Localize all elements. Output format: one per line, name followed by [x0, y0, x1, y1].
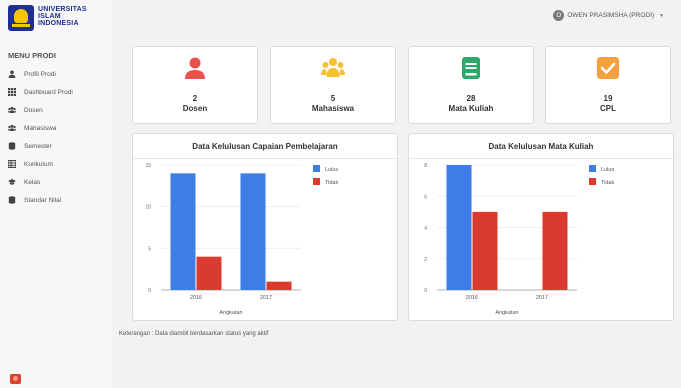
bar-chart-mata-kuliah: 0 2 4 6 8 2016 2017 Angkatan Lulus Tidak [424, 163, 614, 316]
database-icon [8, 142, 16, 150]
stat-value: 28 [466, 94, 476, 103]
logo-line-2: ISLAM [38, 13, 61, 20]
x-tick-label: 2016 [466, 295, 478, 301]
legend-label-lulus: Lulus [325, 167, 338, 173]
chevron-down-icon: ▼ [659, 12, 664, 19]
bar-chart-capaian-pembelajaran: 0 5 10 15 2016 2017 Angkatan Lulus Tidak [145, 163, 338, 316]
users-icon [8, 124, 16, 132]
check-square-icon [597, 57, 619, 79]
sidebar-item-label: Kelas [24, 178, 41, 186]
y-tick-label: 8 [424, 163, 427, 169]
stat-value: 19 [603, 94, 613, 103]
y-tick-label: 0 [148, 288, 151, 294]
y-tick-label: 4 [424, 226, 427, 232]
user-name: OWEN PRASIMSHA (PRODI) [567, 12, 655, 19]
sidebar-item-profil-prodi[interactable]: Profil Prodi [8, 68, 56, 80]
x-tick-label: 2017 [260, 295, 272, 301]
person-icon [185, 57, 205, 79]
bar-lulus-2017 [240, 173, 266, 290]
legend-label-lulus: Lulus [601, 167, 614, 173]
x-axis-label: Angkatan [219, 310, 242, 316]
bar-tidak-2016 [196, 256, 222, 290]
sidebar-item-label: Semester [24, 142, 52, 150]
sidebar-item-kelas[interactable]: Kelas [8, 176, 40, 188]
legend-swatch-tidak [313, 178, 320, 185]
users-icon [8, 106, 16, 114]
sidebar-item-dosen[interactable]: Dosen [8, 104, 43, 116]
y-tick-label: 2 [424, 257, 427, 263]
sidebar-item-dashboard-prodi[interactable]: Dashboard Prodi [8, 86, 73, 98]
stat-card-mahasiswa[interactable]: 5 Mahasiswa [270, 46, 396, 124]
stat-label: CPL [600, 104, 616, 113]
legend-swatch-lulus [313, 165, 320, 172]
y-tick-label: 15 [145, 163, 151, 169]
chart-title: Data Kelulusan Capaian Pembelajaran [192, 142, 338, 151]
y-tick-label: 5 [148, 246, 151, 252]
sidebar-item-label: Standar Nilai [24, 196, 62, 204]
x-tick-label: 2017 [536, 295, 548, 301]
sidebar-item-label: Mahasiswa [24, 124, 57, 132]
sidebar-item-semester[interactable]: Semester [8, 140, 52, 152]
bar-lulus-2016 [170, 173, 196, 290]
stat-label: Mata Kuliah [448, 104, 494, 113]
stat-label: Dosen [182, 104, 208, 113]
bar-lulus-2016 [446, 165, 472, 290]
graduation-cap-icon [8, 178, 16, 186]
avatar: O [553, 10, 565, 21]
stat-card-cpl[interactable]: 19 CPL [545, 46, 671, 124]
sidebar-item-label: Dashboard Prodi [24, 88, 73, 96]
bar-tidak-2017 [542, 211, 568, 290]
table-icon [8, 160, 16, 168]
stat-card-mata-kuliah[interactable]: 28 Mata Kuliah [408, 46, 534, 124]
user-menu[interactable]: O OWEN PRASIMSHA (PRODI) ▼ [553, 10, 664, 21]
legend-label-tidak: Tidak [325, 180, 338, 186]
x-tick-label: 2016 [190, 295, 202, 301]
bar-tidak-2016 [472, 211, 498, 290]
footer-logo-icon [10, 374, 21, 384]
y-tick-label: 0 [424, 288, 427, 294]
university-logo[interactable]: UNIVERSITAS ISLAM INDONESIA [8, 5, 112, 33]
logo-emblem-icon [8, 5, 34, 31]
y-tick-label: 10 [145, 205, 151, 211]
sidebar: UNIVERSITAS ISLAM INDONESIA MENU PRODI P… [0, 0, 112, 388]
legend-swatch-tidak [589, 178, 596, 185]
logo-line-3: INDONESIA [38, 20, 79, 27]
logo-text: UNIVERSITAS ISLAM INDONESIA [38, 6, 87, 27]
y-tick-label: 6 [424, 194, 427, 200]
chart-panel-capaian-pembelajaran: Data Kelulusan Capaian Pembelajaran 0 5 10… [132, 133, 398, 321]
sidebar-item-standar-nilai[interactable]: Standar Nilai [8, 194, 61, 206]
legend-label-tidak: Tidak [601, 180, 614, 186]
stat-value: 2 [192, 94, 198, 103]
chart-title: Data Kelulusan Mata Kuliah [488, 142, 594, 151]
user-icon [8, 70, 16, 78]
database-icon [8, 196, 16, 204]
sidebar-item-mahasiswa[interactable]: Mahasiswa [8, 122, 57, 134]
sidebar-item-label: Dosen [24, 106, 43, 114]
grid-icon [8, 88, 16, 96]
legend-swatch-lulus [589, 165, 596, 172]
stat-value: 5 [330, 94, 336, 103]
menu-title: MENU PRODI [8, 51, 56, 60]
stat-label: Mahasiswa [311, 104, 355, 113]
bar-tidak-2017 [266, 281, 292, 290]
sidebar-item-kurikulum[interactable]: Kurikulum [8, 158, 53, 170]
sidebar-item-label: Profil Prodi [24, 70, 56, 78]
chart-panel-mata-kuliah: Data Kelulusan Mata Kuliah 0 2 4 6 8 2016 2017… [408, 133, 674, 321]
stat-card-dosen[interactable]: 2 Dosen [132, 46, 258, 124]
book-icon [462, 57, 480, 79]
x-axis-label: Angkatan [495, 310, 518, 316]
sidebar-item-label: Kurikulum [24, 160, 53, 168]
group-icon [321, 58, 345, 77]
footnote: Keterangan : Data diambil berdasarkan st… [119, 331, 269, 337]
logo-line-1: UNIVERSITAS [38, 6, 87, 13]
